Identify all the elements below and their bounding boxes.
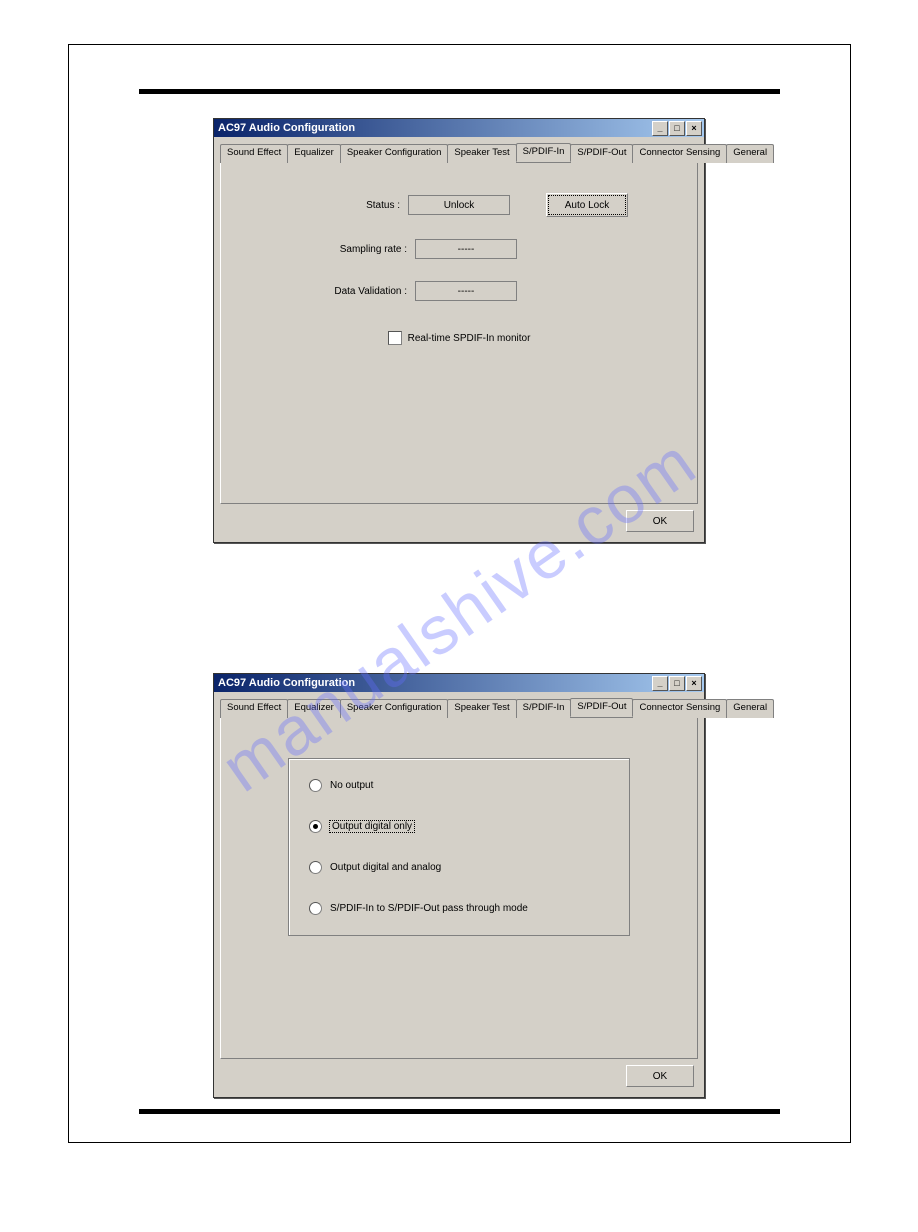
- window-title: AC97 Audio Configuration: [218, 677, 355, 689]
- validation-row: Data Validation : -----: [261, 281, 657, 301]
- document-page: manualshive.com AC97 Audio Configuration…: [68, 44, 851, 1143]
- minimize-button[interactable]: _: [652, 121, 668, 136]
- monitor-checkbox[interactable]: [388, 331, 402, 345]
- tab-spdif-out[interactable]: S/PDIF-Out: [570, 144, 633, 163]
- sampling-row: Sampling rate : -----: [261, 239, 657, 259]
- radio-digital-analog[interactable]: [309, 861, 322, 874]
- close-button[interactable]: ×: [686, 676, 702, 691]
- radio-passthrough-row: S/PDIF-In to S/PDIF-Out pass through mod…: [309, 902, 609, 915]
- tab-sound-effect[interactable]: Sound Effect: [220, 699, 288, 718]
- tab-speaker-test[interactable]: Speaker Test: [447, 144, 516, 163]
- radio-digital-only-row: Output digital only: [309, 820, 609, 833]
- radio-digital-only-label: Output digital only: [330, 821, 414, 832]
- tab-equalizer[interactable]: Equalizer: [287, 699, 341, 718]
- ok-button[interactable]: OK: [626, 1065, 694, 1087]
- tab-strip: Sound Effect Equalizer Speaker Configura…: [220, 698, 698, 718]
- radio-no-output[interactable]: [309, 779, 322, 792]
- tab-speaker-config[interactable]: Speaker Configuration: [340, 144, 449, 163]
- radio-no-output-label: No output: [330, 780, 373, 791]
- tab-spdif-in[interactable]: S/PDIF-In: [516, 699, 572, 718]
- tab-spdif-in[interactable]: S/PDIF-In: [516, 143, 572, 162]
- tab-connector-sensing[interactable]: Connector Sensing: [632, 699, 727, 718]
- autolock-button[interactable]: Auto Lock: [546, 193, 628, 217]
- monitor-row: Real-time SPDIF-In monitor: [261, 331, 657, 345]
- radio-digital-only[interactable]: [309, 820, 322, 833]
- tab-equalizer[interactable]: Equalizer: [287, 144, 341, 163]
- tab-spdif-out[interactable]: S/PDIF-Out: [570, 698, 633, 717]
- tab-panel-spdif-in: Status : Unlock Auto Lock Sampling rate …: [220, 163, 698, 504]
- sampling-label: Sampling rate :: [297, 244, 407, 255]
- radio-passthrough[interactable]: [309, 902, 322, 915]
- radio-no-output-row: No output: [309, 779, 609, 792]
- status-value: Unlock: [408, 195, 510, 215]
- radio-digital-analog-row: Output digital and analog: [309, 861, 609, 874]
- tab-speaker-config[interactable]: Speaker Configuration: [340, 699, 449, 718]
- dialog-body: Sound Effect Equalizer Speaker Configura…: [214, 692, 704, 1097]
- tab-strip: Sound Effect Equalizer Speaker Configura…: [220, 143, 698, 163]
- dialog-spdif-out: AC97 Audio Configuration _ □ × Sound Eff…: [213, 673, 705, 1098]
- radio-digital-analog-label: Output digital and analog: [330, 862, 441, 873]
- tab-speaker-test[interactable]: Speaker Test: [447, 699, 516, 718]
- window-title: AC97 Audio Configuration: [218, 122, 355, 134]
- status-label: Status :: [290, 200, 400, 211]
- minimize-button[interactable]: _: [652, 676, 668, 691]
- tab-panel-spdif-out: No output Output digital only Output dig…: [220, 718, 698, 1059]
- close-button[interactable]: ×: [686, 121, 702, 136]
- ok-button[interactable]: OK: [626, 510, 694, 532]
- radio-passthrough-label: S/PDIF-In to S/PDIF-Out pass through mod…: [330, 903, 528, 914]
- window-controls: _ □ ×: [652, 121, 702, 136]
- tab-connector-sensing[interactable]: Connector Sensing: [632, 144, 727, 163]
- tab-sound-effect[interactable]: Sound Effect: [220, 144, 288, 163]
- tab-general[interactable]: General: [726, 699, 774, 718]
- status-row: Status : Unlock Auto Lock: [261, 193, 657, 217]
- dialog-spdif-in: AC97 Audio Configuration _ □ × Sound Eff…: [213, 118, 705, 543]
- sampling-value: -----: [415, 239, 517, 259]
- button-row: OK: [220, 504, 698, 536]
- titlebar[interactable]: AC97 Audio Configuration _ □ ×: [214, 674, 704, 692]
- top-divider: [139, 89, 780, 94]
- monitor-label: Real-time SPDIF-In monitor: [408, 333, 531, 344]
- maximize-button[interactable]: □: [669, 676, 685, 691]
- dialog-body: Sound Effect Equalizer Speaker Configura…: [214, 137, 704, 542]
- output-radio-group: No output Output digital only Output dig…: [288, 758, 630, 936]
- button-row: OK: [220, 1059, 698, 1091]
- bottom-divider: [139, 1109, 780, 1114]
- validation-value: -----: [415, 281, 517, 301]
- titlebar[interactable]: AC97 Audio Configuration _ □ ×: [214, 119, 704, 137]
- window-controls: _ □ ×: [652, 676, 702, 691]
- maximize-button[interactable]: □: [669, 121, 685, 136]
- validation-label: Data Validation :: [297, 286, 407, 297]
- tab-general[interactable]: General: [726, 144, 774, 163]
